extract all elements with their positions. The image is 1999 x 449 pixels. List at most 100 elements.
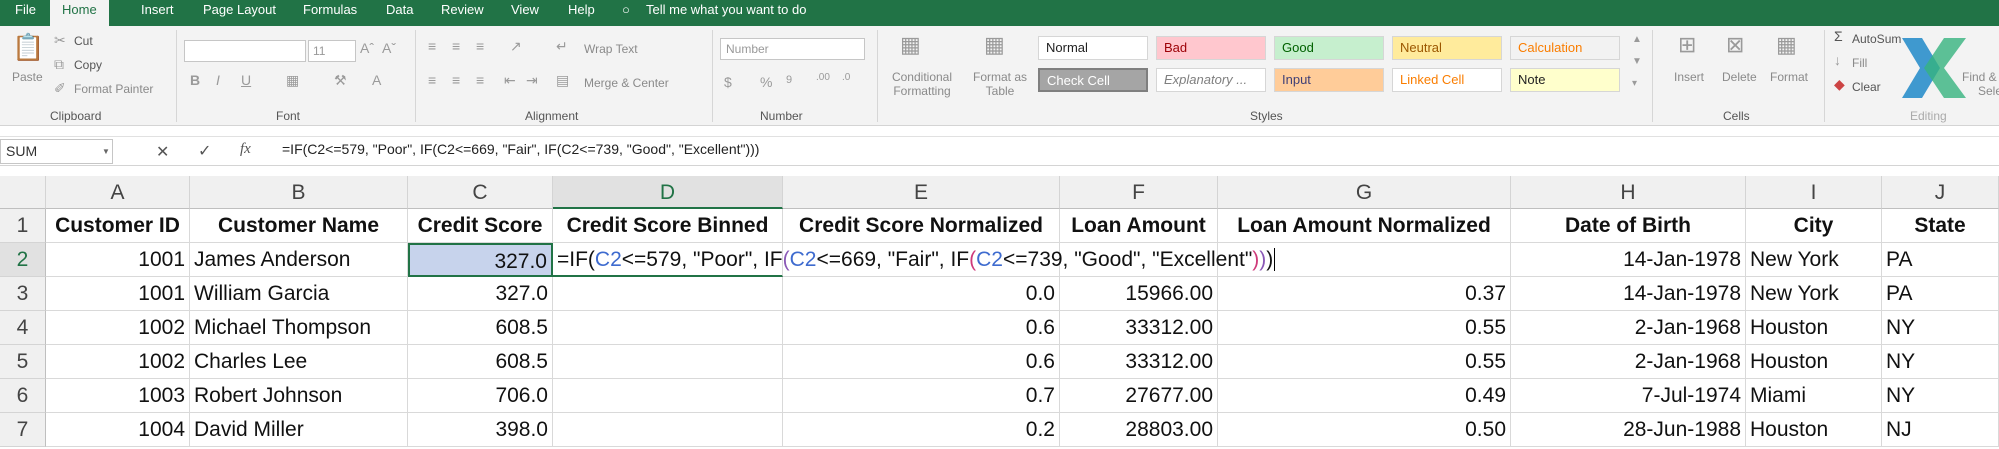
table-cell[interactable]: 0.37 <box>1218 277 1511 311</box>
row-header-2[interactable]: 2 <box>0 243 46 277</box>
table-cell[interactable]: 0.50 <box>1218 413 1511 447</box>
column-title-cell[interactable]: Loan Amount Normalized <box>1218 209 1511 243</box>
column-header-d[interactable]: D <box>553 176 783 209</box>
column-header-b[interactable]: B <box>190 176 408 209</box>
tab-review[interactable]: Review <box>441 0 484 26</box>
autosum-button[interactable]: AutoSum <box>1852 32 1901 46</box>
column-title-cell[interactable]: City <box>1746 209 1882 243</box>
gallery-more-icon[interactable]: ▾ <box>1632 78 1637 89</box>
table-cell[interactable]: 0.6 <box>783 345 1060 379</box>
currency-icon[interactable]: $ <box>724 74 732 90</box>
table-cell[interactable] <box>553 413 783 447</box>
font-color-icon[interactable]: A <box>372 72 381 88</box>
table-cell[interactable]: PA <box>1882 277 1999 311</box>
cell-style-neutral[interactable]: Neutral <box>1392 36 1502 60</box>
table-cell[interactable]: NY <box>1882 345 1999 379</box>
merge-center-button[interactable]: Merge & Center <box>584 76 669 90</box>
column-title-cell[interactable]: Date of Birth <box>1511 209 1746 243</box>
table-cell[interactable]: 706.0 <box>408 379 553 413</box>
table-cell[interactable]: 28803.00 <box>1060 413 1218 447</box>
table-cell[interactable]: 28-Jun-1988 <box>1511 413 1746 447</box>
align-middle-icon[interactable]: ≡ <box>452 38 460 54</box>
column-title-cell[interactable]: Credit Score <box>408 209 553 243</box>
cell-style-input[interactable]: Input <box>1274 68 1384 92</box>
insert-function-icon[interactable]: fx <box>240 141 251 158</box>
table-cell[interactable]: 33312.00 <box>1060 345 1218 379</box>
table-cell[interactable]: Houston <box>1746 345 1882 379</box>
table-cell[interactable]: NY <box>1882 311 1999 345</box>
cell-style-check-cell[interactable]: Check Cell <box>1038 68 1148 92</box>
enter-checkmark-icon[interactable]: ✓ <box>198 141 211 161</box>
font-size-dropdown[interactable]: 11 <box>308 40 356 62</box>
row-header-7[interactable]: 7 <box>0 413 46 447</box>
table-cell[interactable]: 0.49 <box>1218 379 1511 413</box>
table-cell[interactable]: 1001 <box>46 243 190 277</box>
conditional-formatting-button[interactable]: Conditional Formatting <box>886 70 958 98</box>
table-cell[interactable]: 1003 <box>46 379 190 413</box>
cancel-entry-icon[interactable]: ✕ <box>156 142 169 162</box>
paste-icon[interactable]: 📋 <box>12 32 44 62</box>
cell-style-note[interactable]: Note <box>1510 68 1620 92</box>
tab-formulas[interactable]: Formulas <box>303 0 357 26</box>
table-cell[interactable]: Houston <box>1746 311 1882 345</box>
decrease-indent-icon[interactable]: ⇤ <box>504 72 516 89</box>
table-cell[interactable] <box>553 277 783 311</box>
table-cell[interactable]: David Miller <box>190 413 408 447</box>
column-header-h[interactable]: H <box>1511 176 1746 209</box>
table-cell[interactable]: 0.55 <box>1218 345 1511 379</box>
borders-icon[interactable]: ▦ <box>286 72 299 89</box>
row-header-6[interactable]: 6 <box>0 379 46 413</box>
format-painter-button[interactable]: Format Painter <box>74 82 153 96</box>
column-header-g[interactable]: G <box>1218 176 1511 209</box>
table-cell[interactable]: Houston <box>1746 413 1882 447</box>
gallery-scroll-down-icon[interactable]: ▼ <box>1632 56 1642 67</box>
tell-me-search[interactable]: Tell me what you want to do <box>646 0 806 26</box>
table-cell[interactable]: 1002 <box>46 311 190 345</box>
table-cell[interactable]: Charles Lee <box>190 345 408 379</box>
row-header-3[interactable]: 3 <box>0 277 46 311</box>
table-cell[interactable]: 14-Jan-1978 <box>1511 277 1746 311</box>
paste-button[interactable]: Paste <box>12 70 43 84</box>
column-header-i[interactable]: I <box>1746 176 1882 209</box>
decrease-decimal-icon[interactable]: .0 <box>842 72 850 83</box>
wrap-text-button[interactable]: Wrap Text <box>584 42 638 56</box>
column-title-cell[interactable]: Customer ID <box>46 209 190 243</box>
table-cell[interactable]: 608.5 <box>408 311 553 345</box>
format-cells-button[interactable]: Format <box>1770 70 1808 84</box>
select-all-corner[interactable] <box>0 176 46 209</box>
gallery-scroll-up-icon[interactable]: ▲ <box>1632 34 1642 45</box>
table-cell[interactable] <box>553 345 783 379</box>
row-header-5[interactable]: 5 <box>0 345 46 379</box>
align-bottom-icon[interactable]: ≡ <box>476 38 484 54</box>
table-cell[interactable]: 1002 <box>46 345 190 379</box>
column-title-cell[interactable]: Loan Amount <box>1060 209 1218 243</box>
table-cell[interactable]: Miami <box>1746 379 1882 413</box>
column-header-f[interactable]: F <box>1060 176 1218 209</box>
decrease-font-icon[interactable]: Aˇ <box>382 40 396 56</box>
fill-color-icon[interactable]: ⚒ <box>334 72 347 89</box>
cell-style-good[interactable]: Good <box>1274 36 1384 60</box>
bold-icon[interactable]: B <box>190 72 200 88</box>
align-left-icon[interactable]: ≡ <box>428 72 436 88</box>
align-top-icon[interactable]: ≡ <box>428 38 436 54</box>
tab-help[interactable]: Help <box>568 0 595 26</box>
column-title-cell[interactable]: Customer Name <box>190 209 408 243</box>
underline-icon[interactable]: U <box>241 72 251 88</box>
table-cell[interactable]: 0.0 <box>783 277 1060 311</box>
column-header-c[interactable]: C <box>408 176 553 209</box>
table-cell[interactable]: James Anderson <box>190 243 408 277</box>
comma-icon[interactable]: 9 <box>786 74 792 86</box>
fill-button[interactable]: Fill <box>1852 56 1867 70</box>
formula-input[interactable]: =IF(C2<=579, "Poor", IF(C2<=669, "Fair",… <box>282 141 759 157</box>
row-header-4[interactable]: 4 <box>0 311 46 345</box>
row-header-1[interactable]: 1 <box>0 209 46 243</box>
table-cell[interactable]: 33312.00 <box>1060 311 1218 345</box>
tab-view[interactable]: View <box>511 0 539 26</box>
cut-button[interactable]: Cut <box>74 34 93 48</box>
cell-style-bad[interactable]: Bad <box>1156 36 1266 60</box>
cell-style-explanatory[interactable]: Explanatory ... <box>1156 68 1266 92</box>
column-header-a[interactable]: A <box>46 176 190 209</box>
table-cell[interactable]: 398.0 <box>408 413 553 447</box>
table-cell[interactable]: Robert Johnson <box>190 379 408 413</box>
table-cell[interactable]: 15966.00 <box>1060 277 1218 311</box>
